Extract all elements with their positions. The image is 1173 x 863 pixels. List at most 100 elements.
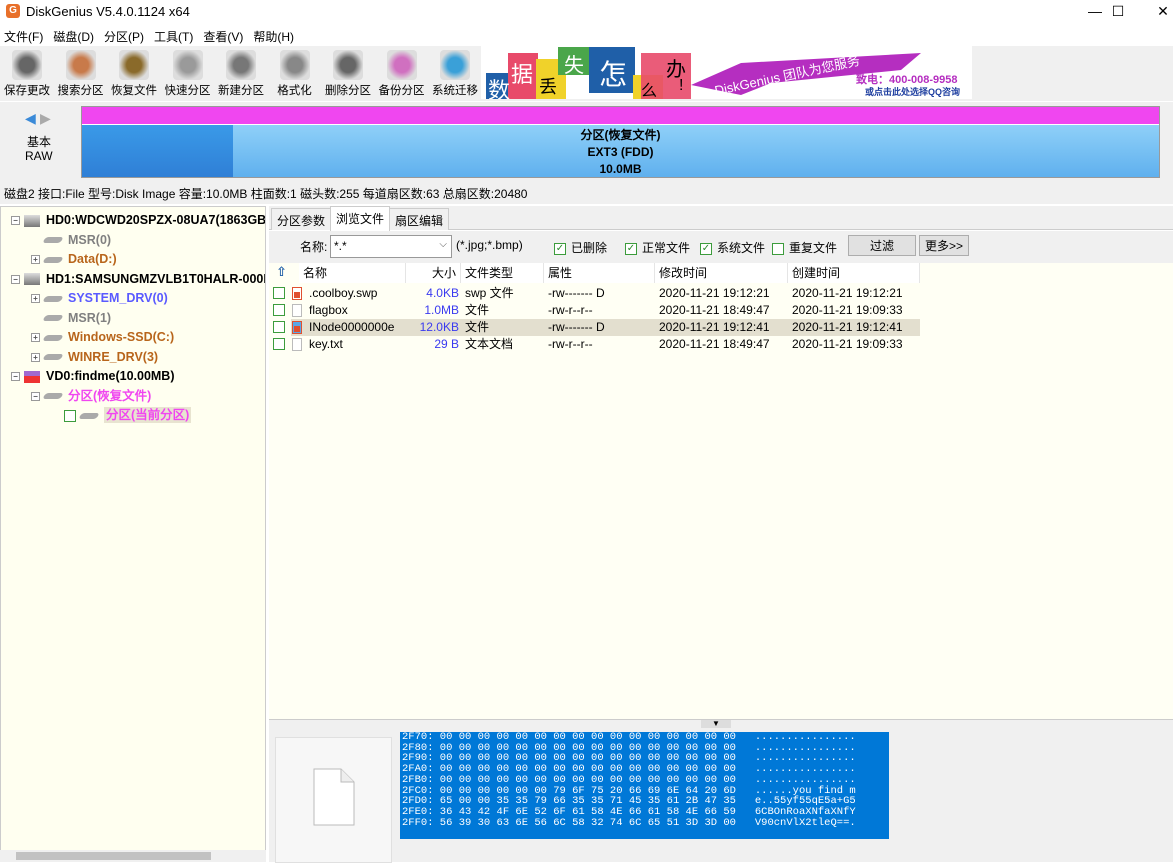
- tab-sector-edit[interactable]: 扇区编辑: [389, 208, 450, 230]
- tree-node-label: 分区(恢复文件): [68, 388, 152, 403]
- tree-node[interactable]: + WINRE_DRV(3): [31, 348, 158, 367]
- disk-tree[interactable]: − HD0:WDCWD20SPZX-08UA7(1863GB) MSR(0) + Dat…: [0, 206, 266, 862]
- name-filter-combo[interactable]: *.* ⌵: [330, 235, 452, 258]
- cell-size: 4.0KB: [426, 286, 459, 300]
- toolbar-button-backup[interactable]: 备份分区: [375, 48, 429, 100]
- tab-browse-files[interactable]: 浏览文件: [330, 206, 391, 231]
- expand-icon[interactable]: +: [31, 294, 40, 304]
- file-browser-panel: 分区参数 浏览文件 扇区编辑 名称: *.* ⌵ (*.jpg;*.bmp) 过…: [269, 206, 1173, 720]
- collapse-icon[interactable]: −: [11, 372, 20, 382]
- tree-node[interactable]: + SYSTEM_DRV(0): [31, 289, 168, 308]
- up-directory-icon[interactable]: ⇧: [276, 264, 287, 280]
- file-list[interactable]: ⇧ 名称 大小 文件类型 属性 修改时间 创建时间 .coolboy.swp 4.0KB swp…: [269, 263, 1173, 720]
- filter-checkbox-0[interactable]: ✓ 已删除: [554, 239, 607, 256]
- toolbar-button-quick-partition[interactable]: 快速分区: [161, 48, 215, 100]
- cell-name: key.txt: [309, 337, 343, 351]
- cell-mtime: 2020-11-21 18:49:47: [659, 337, 770, 351]
- hard-disk-icon: [24, 214, 40, 227]
- disk-style-label: RAW: [25, 149, 53, 163]
- toolbar-button-delete-partition[interactable]: 删除分区: [321, 48, 375, 100]
- row-checkbox[interactable]: [273, 287, 285, 299]
- table-row[interactable]: key.txt 29 B 文本文档 -rw-r--r-- 2020-11-21 18:4…: [269, 336, 1173, 353]
- tree-node-label: MSR(1): [68, 310, 112, 325]
- tab-partition-params[interactable]: 分区参数: [271, 208, 332, 230]
- hex-view[interactable]: 2F70: 00 00 00 00 00 00 00 00 00 00 00 0…: [400, 732, 889, 839]
- tree-node[interactable]: MSR(1): [31, 309, 111, 328]
- close-button[interactable]: ✕: [1140, 0, 1173, 24]
- column-header[interactable]: 修改时间: [655, 263, 788, 283]
- toolbar-label: 新建分区: [218, 85, 264, 97]
- tree-node[interactable]: − 分区(恢复文件): [31, 387, 151, 406]
- table-row[interactable]: flagbox 1.0MB 文件 -rw-r--r-- 2020-11-21 18:49…: [269, 302, 1173, 319]
- cell-attr: -rw-r--r--: [548, 337, 593, 351]
- menu-help[interactable]: 帮助(H): [249, 25, 300, 45]
- collapse-icon[interactable]: −: [11, 274, 20, 284]
- banner-char: 失: [564, 55, 584, 77]
- scrollbar-thumb[interactable]: [16, 852, 211, 860]
- toolbar-button-migrate[interactable]: 系统迁移: [428, 48, 482, 100]
- filter-checkbox-2[interactable]: ✓ 系统文件: [700, 239, 765, 256]
- row-checkbox[interactable]: [273, 321, 285, 333]
- filter-checkbox-3[interactable]: 重复文件: [772, 239, 837, 256]
- expand-icon[interactable]: +: [31, 333, 40, 343]
- column-header[interactable]: 大小: [406, 263, 461, 283]
- menu-tools[interactable]: 工具(T): [150, 25, 199, 45]
- menu-file[interactable]: 文件(F): [0, 25, 49, 45]
- row-checkbox[interactable]: [273, 304, 285, 316]
- tree-node[interactable]: − VD0:findme(10.00MB): [11, 367, 175, 386]
- checkbox[interactable]: [772, 242, 784, 255]
- tree-node[interactable]: − HD0:WDCWD20SPZX-08UA7(1863GB): [11, 211, 266, 230]
- row-checkbox[interactable]: [273, 338, 285, 350]
- ad-banner[interactable]: 数 据 丢 失 怎 么 办 ! DiskGenius 团队为您服务 致电：400…: [481, 45, 972, 99]
- filter-button[interactable]: 过滤: [848, 235, 916, 256]
- column-header[interactable]: 文件类型: [461, 263, 544, 283]
- expand-icon[interactable]: +: [31, 352, 40, 362]
- tree-node[interactable]: + Windows-SSD(C:): [31, 328, 174, 347]
- toolbar-button-recover[interactable]: 恢复文件: [107, 48, 161, 100]
- partition-fs: EXT3 (FDD): [587, 145, 654, 159]
- column-header[interactable]: 名称: [299, 263, 406, 283]
- collapse-icon[interactable]: −: [31, 391, 40, 401]
- cell-attr: -rw------- D: [548, 320, 605, 334]
- table-row[interactable]: INode0000000e 12.0KB 文件 -rw------- D 2020-11…: [269, 319, 1173, 336]
- toolbar-button-format[interactable]: 格式化: [268, 48, 322, 100]
- preview-pane: ▼ 2F70: 00 00 00 00 00 00 00 00 00 00 00…: [269, 719, 1173, 863]
- disk-partition-bar[interactable]: 分区(恢复文件) EXT3 (FDD) 10.0MB: [81, 106, 1160, 178]
- column-header[interactable]: 创建时间: [788, 263, 920, 283]
- toolbar-button-save[interactable]: 保存更改: [0, 48, 54, 100]
- tree-horizontal-scrollbar[interactable]: [0, 850, 266, 862]
- maximize-button[interactable]: ☐: [1095, 0, 1141, 24]
- filter-checkbox-1[interactable]: ✓ 正常文件: [625, 239, 690, 256]
- menu-disk[interactable]: 磁盘(D): [49, 25, 100, 45]
- title-bar: G DiskGenius V5.4.0.1124 x64 — ☐ ✕: [0, 0, 1173, 24]
- toolbar-button-search[interactable]: 搜索分区: [54, 48, 108, 100]
- tree-node[interactable]: MSR(0): [31, 231, 111, 250]
- next-disk-icon[interactable]: ▶: [40, 110, 51, 127]
- more-button[interactable]: 更多>>: [919, 235, 969, 256]
- partition-size: 10.0MB: [599, 162, 642, 176]
- toolbar-button-new-partition[interactable]: 新建分区: [214, 48, 268, 100]
- splitter-arrow-icon[interactable]: ▼: [701, 720, 731, 728]
- save-icon: [12, 50, 42, 80]
- checkbox[interactable]: ✓: [700, 242, 712, 255]
- tree-node-label: VD0:findme(10.00MB): [46, 369, 175, 383]
- checkbox[interactable]: ✓: [554, 242, 566, 255]
- tree-node[interactable]: − HD1:SAMSUNGMZVLB1T0HALR-000L7: [11, 270, 265, 289]
- table-row[interactable]: .coolboy.swp 4.0KB swp 文件 -rw------- D 2020-…: [269, 285, 1173, 302]
- cell-ctime: 2020-11-21 19:12:21: [792, 286, 903, 300]
- tree-node-label: HD0:WDCWD20SPZX-08UA7(1863GB): [46, 213, 266, 227]
- tree-node[interactable]: + Data(D:): [31, 250, 117, 269]
- prev-disk-icon[interactable]: ◀: [25, 110, 36, 127]
- expand-icon[interactable]: +: [31, 255, 40, 265]
- toolbar-label: 快速分区: [164, 85, 211, 97]
- tree-node[interactable]: 分区(当前分区): [51, 406, 192, 425]
- menu-view[interactable]: 查看(V): [199, 25, 249, 45]
- checkbox[interactable]: ✓: [625, 242, 637, 255]
- banner-char: 么: [641, 83, 658, 99]
- column-header[interactable]: 属性: [544, 263, 655, 283]
- partition-checkbox[interactable]: [64, 409, 76, 422]
- menu-partition[interactable]: 分区(P): [100, 25, 150, 45]
- collapse-icon[interactable]: −: [11, 216, 20, 226]
- partition-block[interactable]: 分区(恢复文件) EXT3 (FDD) 10.0MB: [82, 125, 1159, 177]
- window-title: DiskGenius V5.4.0.1124 x64: [26, 4, 190, 19]
